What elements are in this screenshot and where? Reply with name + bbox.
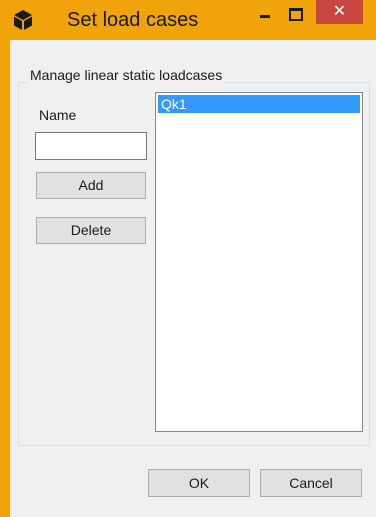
- name-input[interactable]: [35, 132, 147, 160]
- cancel-button[interactable]: Cancel: [260, 469, 362, 497]
- list-item[interactable]: Qk1: [158, 95, 360, 113]
- groupbox-title: Manage linear static loadcases: [27, 67, 226, 83]
- close-icon[interactable]: ✕: [316, 0, 363, 24]
- dialog-window: Set load cases ✕ Manage linear static lo…: [0, 0, 376, 517]
- ok-button[interactable]: OK: [148, 469, 250, 497]
- loadcases-listbox[interactable]: Qk1: [155, 92, 363, 432]
- add-button[interactable]: Add: [36, 172, 146, 199]
- title-bar[interactable]: Set load cases ✕: [0, 0, 376, 40]
- window-title: Set load cases: [67, 9, 199, 31]
- delete-button[interactable]: Delete: [36, 217, 146, 244]
- name-label: Name: [39, 107, 77, 123]
- maximize-icon[interactable]: [289, 8, 303, 21]
- minimize-icon[interactable]: [258, 6, 274, 22]
- app-cube-icon: [14, 10, 32, 30]
